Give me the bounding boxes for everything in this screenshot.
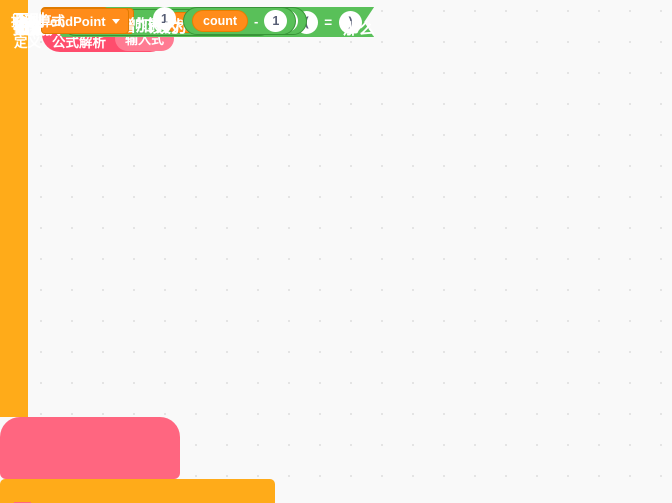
if-else-outer-body[interactable] — [0, 0, 28, 417]
if-inner-then-label: 那么 — [343, 21, 376, 38]
define-hat-block[interactable]: 定义 公式解析 输入式 — [0, 12, 180, 479]
if-outer-header[interactable]: 如果 输入式 包含 ( ? 那么 — [0, 479, 275, 503]
else-keyword-label: 否则 — [13, 13, 46, 30]
chevron-down-icon — [111, 18, 120, 24]
block-workspace-canvas[interactable]: 定义 公式解析 输入式 如果 输入式 包含 ( ? 那么 将 count 设为 … — [0, 0, 672, 503]
minus-sign-label: - — [254, 13, 259, 29]
equals-sign-label-1: = — [324, 14, 333, 30]
set-end-point-verb-label: 设为 — [148, 19, 181, 36]
subtraction-operator-block[interactable]: count - 1 — [183, 7, 297, 35]
count-reporter-4[interactable]: count — [192, 10, 249, 32]
subtraction-right-input[interactable]: 1 — [264, 10, 288, 32]
